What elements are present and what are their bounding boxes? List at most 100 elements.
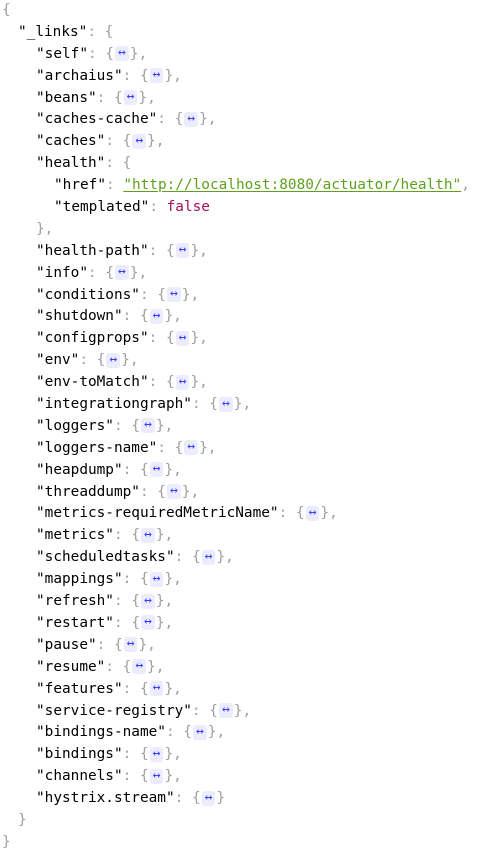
expand-toggle-icon[interactable]: ↔ [166,287,181,303]
expand-toggle-icon[interactable]: ↔ [184,111,199,127]
link-entry-key: "loggers-name" [36,439,158,456]
expand-toggle-icon[interactable]: ↔ [140,527,155,543]
link-entry-key: "service-registry" [36,702,192,719]
expand-toggle-icon[interactable]: ↔ [218,703,233,718]
link-entry-line: "beans": {↔}, [36,89,156,106]
links-entries-after: "health-path": {↔}, "info": {↔}, "conditio… [0,241,480,810]
templated-value: false [166,199,210,216]
link-entry-line: "mappings": {↔}, [36,570,182,588]
expand-toggle-icon[interactable]: ↔ [140,615,155,631]
templated-key: "templated" [54,199,150,216]
expand-toggle-icon[interactable]: ↔ [140,593,155,609]
json-viewer: { "_links": { "self": {↔}, "archaius": {↔… [0,0,480,854]
links-entries-before: "self": {↔}, "archaius": {↔}, "beans": {↔}… [0,44,480,153]
expand-toggle-icon[interactable]: ↔ [201,790,216,806]
link-entry-line: "heapdump": {↔}, [36,461,182,478]
link-entry-key: "self" [36,45,88,62]
expand-toggle-icon[interactable]: ↔ [140,418,155,434]
link-entry-line: "metrics-requiredMetricName": {↔}, [36,504,338,522]
link-entry-key: "hystrix.stream" [36,790,175,807]
expand-toggle-icon[interactable]: ↔ [184,440,199,456]
root-close-brace: } [2,833,11,850]
link-entry-line: "hystrix.stream": {↔} [36,789,226,807]
links-line: "_links": { [18,23,114,40]
link-entry-key: "info" [36,264,88,281]
link-entry-key: "integrationgraph" [36,396,192,413]
link-entry-line: "env": {↔}, [36,351,139,369]
link-entry-line: "service-registry": {↔}, [36,702,252,719]
link-entry-key: "mappings" [36,571,123,588]
links-open-brace[interactable]: { [105,24,114,40]
link-entry-line: "health-path": {↔}, [36,242,208,259]
expand-toggle-icon[interactable]: ↔ [149,571,164,587]
link-entry-line: "bindings": {↔}, [36,745,182,763]
link-entry-key: "env" [36,352,80,369]
link-entry-key: "channels" [36,768,123,785]
expand-toggle-icon[interactable]: ↔ [175,243,190,259]
link-entry-key: "loggers" [36,417,114,434]
health-href-link[interactable]: "http://localhost:8080/actuator/health" [123,177,461,193]
expand-toggle-icon[interactable]: ↔ [132,659,147,675]
link-entry-key: "configprops" [36,330,149,347]
links-close-brace: } [18,811,27,828]
link-entry-key: "health-path" [36,242,149,259]
expand-toggle-icon[interactable]: ↔ [149,681,164,697]
health-close-brace: }, [36,220,54,237]
expand-toggle-icon[interactable]: ↔ [149,308,164,324]
link-entry-key: "features" [36,680,123,697]
link-entry-key: "heapdump" [36,461,123,478]
link-entry-line: "env-toMatch": {↔}, [36,373,208,391]
expand-toggle-icon[interactable]: ↔ [149,462,164,478]
link-entry-line: "resume": {↔}, [36,658,165,675]
link-entry-line: "metrics": {↔}, [36,526,174,544]
link-entry-key: "caches-cache" [36,111,158,128]
link-entry-line: "features": {↔}, [36,680,182,697]
expand-toggle-icon[interactable]: ↔ [192,724,207,740]
expand-toggle-icon[interactable]: ↔ [149,746,164,762]
link-entry-line: "scheduledtasks": {↔}, [36,548,234,566]
expand-toggle-icon[interactable]: ↔ [201,549,216,565]
expand-toggle-icon[interactable]: ↔ [123,637,138,653]
health-key: "health" [36,155,106,172]
link-entry-key: "shutdown" [36,308,123,325]
health-line: "health": { [36,155,132,172]
link-entry-key: "caches" [36,133,106,150]
expand-toggle-icon[interactable]: ↔ [149,768,164,784]
link-entry-line: "integrationgraph": {↔}, [36,395,252,413]
root-open-line: { [0,0,480,22]
expand-toggle-icon[interactable]: ↔ [149,68,164,84]
expand-toggle-icon[interactable]: ↔ [218,396,233,412]
link-entry-key: "env-toMatch" [36,374,149,391]
health-close-line: }, [0,219,480,241]
health-href-line: "href": "http://localhost:8080/actuator/… [54,177,470,194]
link-entry-line: "conditions": {↔}, [36,286,200,303]
link-entry-line: "threaddump": {↔}, [36,483,200,500]
expand-toggle-icon[interactable]: ↔ [106,352,121,368]
expand-toggle-icon[interactable]: ↔ [123,90,138,106]
link-entry-key: "bindings" [36,746,123,763]
link-entry-line: "configprops": {↔}, [36,329,208,347]
link-entry-key: "metrics-requiredMetricName" [36,505,279,522]
link-entry-key: "bindings-name" [36,724,166,741]
link-entry-key: "threaddump" [36,483,140,500]
expand-toggle-icon[interactable]: ↔ [166,484,181,500]
link-entry-key: "restart" [36,614,114,631]
expand-toggle-icon[interactable]: ↔ [114,46,129,62]
link-entry-key: "conditions" [36,286,140,303]
expand-toggle-icon[interactable]: ↔ [132,133,147,149]
health-open-brace[interactable]: { [123,155,132,171]
expand-toggle-icon[interactable]: ↔ [175,330,190,346]
root-open-brace[interactable]: { [2,2,11,18]
expand-toggle-icon[interactable]: ↔ [114,265,129,281]
expand-toggle-icon[interactable]: ↔ [175,374,190,390]
link-entry-key: "refresh" [36,593,114,610]
link-entry-line: "caches-cache": {↔}, [36,110,217,128]
link-entry-line: "shutdown": {↔}, [36,307,182,325]
health-templated-line: "templated": false [54,199,210,216]
link-entry-line: "loggers": {↔}, [36,417,174,434]
link-entry-line: "loggers-name": {↔}, [36,439,217,456]
expand-toggle-icon[interactable]: ↔ [305,505,320,521]
href-key: "href" [54,177,106,194]
link-entry-line: "archaius": {↔}, [36,67,182,84]
link-entry-line: "pause": {↔}, [36,636,156,653]
